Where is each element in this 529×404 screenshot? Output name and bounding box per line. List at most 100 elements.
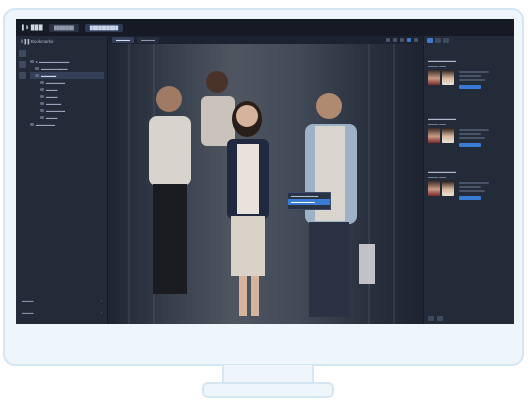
tree-item[interactable]: ▬▬▬▬▬	[30, 79, 104, 86]
device-tree: ▸ ▬▬▬▬▬▬▬▬ ▬▬▬▬▬▬▬ ▬▬▬▬ ▬▬▬▬▬ ▬▬▬ ▬▬▬ ▬▬…	[30, 58, 104, 128]
sidebar-footer-label: ▬▬▬	[22, 299, 34, 303]
meta-line	[459, 133, 481, 135]
tree-item-label: ▬▬▬▬▬	[36, 122, 55, 127]
folder-icon	[30, 60, 34, 63]
layout-active-icon[interactable]	[407, 38, 411, 42]
sidebar-header: Ⅱ ▌▌Bookmarks	[16, 36, 107, 47]
event-card-subtitle: ▬▬▬ ▬▬	[428, 175, 446, 179]
meta-line	[459, 182, 489, 184]
camera-icon	[40, 88, 44, 91]
sidebar-icon-rail	[19, 50, 27, 79]
camera-icon	[40, 102, 44, 105]
event-card-meta	[459, 71, 489, 89]
event-card-subtitle: ▬▬▬ ▬▬	[428, 122, 446, 126]
event-panel-tabs	[424, 36, 514, 44]
face-thumbnail[interactable]	[442, 181, 454, 196]
tree-item[interactable]: ▬▬▬	[30, 93, 104, 100]
tree-item[interactable]: ▸ ▬▬▬▬▬▬▬▬	[30, 58, 104, 65]
event-card-meta	[459, 129, 489, 147]
meta-line	[459, 75, 481, 77]
face-thumbnail[interactable]	[428, 181, 440, 196]
folder-icon	[35, 74, 39, 77]
record-icon[interactable]	[400, 38, 404, 42]
event-card[interactable]: ▬▬▬▬▬▬▬ ▬▬▬ ▬▬	[428, 116, 511, 156]
tree-item[interactable]: ▬▬▬	[30, 114, 104, 121]
event-panel-footer	[428, 316, 443, 321]
event-detail-button[interactable]	[459, 85, 481, 89]
folder-icon	[35, 67, 39, 70]
chevron-right-icon: ›	[100, 311, 102, 315]
tree-item-label: ▬▬▬	[46, 94, 58, 99]
tree-item[interactable]: ▬▬▬▬▬	[30, 121, 104, 128]
video-viewer: ▬▬▬▬ ▬▬▬▬ ▬▬▬▬▬▬▬▬ ▬▬▬▬▬▬▬	[109, 36, 422, 324]
viewer-tools	[386, 38, 422, 42]
popup-item-selected[interactable]: ▬▬▬▬▬▬▬	[288, 199, 330, 205]
app-logo: ▌Ⅱ ███	[22, 24, 44, 31]
device-sidebar: Ⅱ ▌▌Bookmarks ▸ ▬▬▬▬▬▬▬▬ ▬▬▬▬▬▬▬ ▬▬▬▬ ▬▬…	[16, 36, 108, 324]
sidebar-footer-row-2[interactable]: ▬▬▬ ›	[22, 311, 102, 318]
tree-item-label: ▬▬▬▬	[41, 73, 57, 78]
tree-item[interactable]: ▬▬▬▬	[30, 100, 104, 107]
event-detail-button[interactable]	[459, 196, 481, 200]
viewer-tab-0[interactable]: ▬▬▬▬	[112, 37, 134, 43]
chevron-right-icon: ›	[100, 299, 102, 303]
list-icon[interactable]	[19, 72, 26, 79]
faces-tab-icon[interactable]	[435, 37, 441, 43]
tree-item-label: ▬▬▬	[46, 87, 58, 92]
alarms-tab-icon[interactable]	[443, 37, 449, 43]
face-thumbnail[interactable]	[442, 70, 454, 85]
sidebar-footer-label: ▬▬▬	[22, 311, 34, 315]
face-thumbnail[interactable]	[442, 128, 454, 143]
event-detail-button[interactable]	[459, 143, 481, 147]
camera-icon	[40, 95, 44, 98]
tree-item-label: ▬▬▬▬▬	[46, 80, 65, 85]
camera-feed-image	[109, 44, 422, 324]
top-bar: ▌Ⅱ ███ ███████ ██████████	[16, 19, 514, 324]
tree-item[interactable]: ▬▬▬▬▬▬▬	[30, 65, 104, 72]
face-thumbnail[interactable]	[428, 70, 440, 85]
meta-line	[459, 137, 485, 139]
face-thumbnail[interactable]	[428, 128, 440, 143]
camera-icon[interactable]	[19, 50, 26, 57]
event-card-thumbs	[428, 181, 511, 200]
viewer-tab-1[interactable]: ▬▬▬▬	[137, 37, 159, 43]
clear-icon[interactable]	[437, 316, 443, 321]
app-screen: ▌Ⅱ ███ ███████ ██████████ Ⅱ ▌▌Bookmarks …	[16, 19, 514, 324]
event-card[interactable]: ▬▬▬▬▬▬▬ ▬▬▬ ▬▬	[428, 58, 511, 98]
camera-icon	[40, 109, 44, 112]
meta-line	[459, 79, 485, 81]
tree-item-label: ▬▬▬▬▬	[46, 108, 65, 113]
meta-line	[459, 190, 485, 192]
context-popup: ▬▬▬▬▬▬▬▬ ▬▬▬▬▬▬▬	[287, 192, 331, 210]
grid-icon[interactable]	[386, 38, 390, 42]
top-tab-0[interactable]: ███████	[49, 23, 79, 32]
tree-item-label: ▬▬▬	[46, 115, 58, 120]
layout-icon[interactable]	[19, 61, 26, 68]
event-card-subtitle: ▬▬▬ ▬▬	[428, 64, 446, 68]
camera-feed[interactable]: ▬▬▬▬▬▬▬▬ ▬▬▬▬▬▬▬	[109, 44, 422, 324]
fullscreen-icon[interactable]	[414, 38, 418, 42]
meta-line	[459, 186, 481, 188]
tree-item[interactable]: ▬▬▬	[30, 86, 104, 93]
viewer-toolbar: ▬▬▬▬ ▬▬▬▬	[109, 36, 422, 44]
event-card-thumbs	[428, 128, 511, 147]
sidebar-footer-row-1[interactable]: ▬▬▬ ›	[22, 299, 102, 306]
snapshot-icon[interactable]	[393, 38, 397, 42]
meta-line	[459, 71, 489, 73]
events-tab-icon[interactable]	[427, 37, 433, 43]
event-card-meta	[459, 182, 489, 200]
tree-item-label: ▸ ▬▬▬▬▬▬▬▬	[36, 60, 70, 64]
tree-item-label: ▬▬▬▬	[46, 101, 62, 106]
tree-item-label: ▬▬▬▬▬▬▬	[41, 66, 68, 71]
camera-icon	[40, 81, 44, 84]
event-panel: ▬▬▬▬▬▬▬ ▬▬▬ ▬▬ ▬▬▬▬▬▬▬ ▬▬▬ ▬▬ ▬▬▬▬▬▬▬ ▬▬…	[423, 36, 514, 324]
event-card-thumbs	[428, 70, 511, 89]
filter-icon[interactable]	[428, 316, 434, 321]
top-tab-1[interactable]: ██████████	[84, 23, 124, 32]
sidebar-title: Ⅱ ▌▌Bookmarks	[21, 38, 54, 44]
camera-icon	[40, 116, 44, 119]
tree-item[interactable]: ▬▬▬▬▬	[30, 107, 104, 114]
event-card[interactable]: ▬▬▬▬▬▬▬ ▬▬▬ ▬▬	[428, 169, 511, 209]
folder-icon	[30, 123, 34, 126]
tree-item-selected[interactable]: ▬▬▬▬	[30, 72, 104, 79]
